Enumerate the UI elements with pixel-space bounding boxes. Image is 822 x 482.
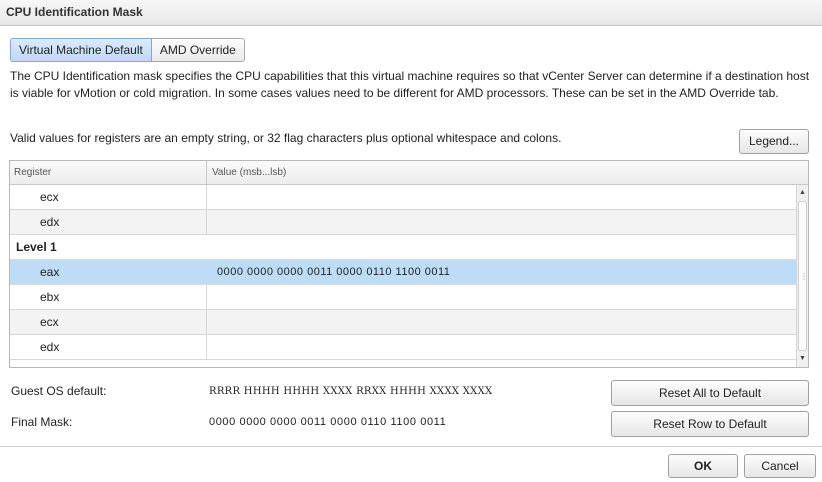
register-name: edx bbox=[40, 215, 60, 229]
level-group-row: Level 1 bbox=[10, 235, 796, 260]
final-mask-label: Final Mask: bbox=[11, 415, 73, 429]
scroll-thumb[interactable]: ⋮ bbox=[798, 201, 808, 351]
register-name: edx bbox=[40, 340, 60, 354]
table-row[interactable]: ebx bbox=[10, 285, 796, 310]
tab-amd-override[interactable]: AMD Override bbox=[151, 38, 245, 62]
guest-os-default-label: Guest OS default: bbox=[11, 384, 107, 398]
description-text: The CPU Identification mask specifies th… bbox=[10, 69, 810, 100]
register-name: ecx bbox=[40, 315, 59, 329]
tab-virtual-machine-default[interactable]: Virtual Machine Default bbox=[10, 38, 152, 62]
column-divider[interactable] bbox=[206, 161, 207, 185]
ok-button[interactable]: OK bbox=[668, 454, 738, 478]
cancel-button[interactable]: Cancel bbox=[744, 454, 816, 478]
table-row[interactable]: ecx bbox=[10, 185, 796, 210]
guest-os-default-value: RRRR HHHH HHHH XXXX RRXX HHHH XXXX XXXX bbox=[209, 386, 493, 397]
grip-icon: ⋮ bbox=[800, 272, 808, 281]
register-name: ecx bbox=[40, 190, 59, 204]
cell-divider bbox=[206, 310, 207, 335]
scroll-up-arrow-icon[interactable]: ▲ bbox=[797, 187, 808, 199]
reset-row-button[interactable]: Reset Row to Default bbox=[611, 411, 809, 437]
cell-divider bbox=[206, 185, 207, 210]
cell-divider bbox=[206, 210, 207, 235]
final-mask-value: 0000 0000 0000 0011 0000 0110 1100 0011 bbox=[209, 416, 447, 428]
tab-strip: Virtual Machine Default AMD Override bbox=[10, 38, 245, 62]
cell-divider bbox=[206, 285, 207, 310]
vertical-scrollbar[interactable]: ▲ ⋮ ▼ bbox=[796, 185, 808, 367]
column-header-value[interactable]: Value (msb...lsb) bbox=[212, 161, 286, 185]
grid-rows: ecx edx Level 1 eax 0000 0000 0000 0011 … bbox=[10, 185, 796, 367]
table-row[interactable]: edx bbox=[10, 335, 796, 360]
footer-divider bbox=[0, 446, 822, 447]
dialog-title: CPU Identification Mask bbox=[0, 0, 822, 26]
register-value[interactable]: 0000 0000 0000 0011 0000 0110 1100 0011 bbox=[217, 260, 450, 284]
valid-values-text: Valid values for registers are an empty … bbox=[10, 131, 562, 145]
table-row[interactable]: edx bbox=[10, 210, 796, 235]
table-row[interactable]: eax 0000 0000 0000 0011 0000 0110 1100 0… bbox=[10, 260, 796, 285]
cell-divider bbox=[206, 335, 207, 360]
register-name: eax bbox=[40, 265, 60, 279]
reset-all-button[interactable]: Reset All to Default bbox=[611, 380, 809, 406]
register-grid: Register Value (msb...lsb) ecx edx Level… bbox=[9, 160, 809, 368]
column-header-register[interactable]: Register bbox=[14, 161, 51, 185]
level-label: Level 1 bbox=[16, 240, 57, 254]
register-name: ebx bbox=[40, 290, 60, 304]
scroll-down-arrow-icon[interactable]: ▼ bbox=[797, 353, 808, 365]
table-row[interactable]: ecx bbox=[10, 310, 796, 335]
grid-header: Register Value (msb...lsb) bbox=[10, 161, 808, 185]
legend-button[interactable]: Legend... bbox=[739, 129, 809, 154]
